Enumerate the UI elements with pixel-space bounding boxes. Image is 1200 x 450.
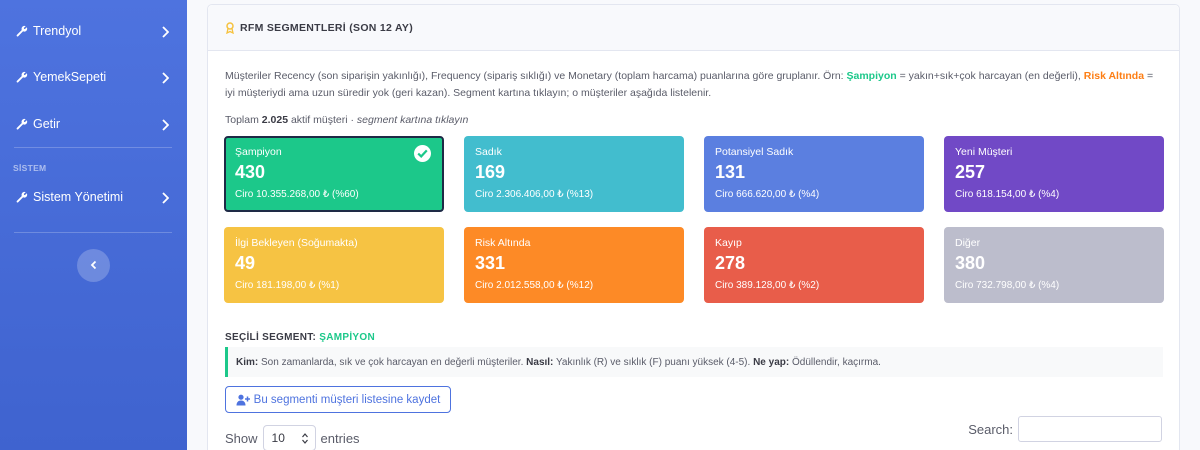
total-count: 2.025	[261, 114, 289, 126]
kim-label: Kim:	[236, 356, 259, 368]
total-customers: Toplam 2.025 aktif müşteri · segment kar…	[225, 114, 468, 126]
segment-card-risk-altinda[interactable]: Risk Altında 331 Ciro 2.012.558,00 ₺ (%1…	[464, 227, 684, 303]
kim-text: Son zamanlarda, sık ve çok harcayan en d…	[258, 356, 527, 368]
segment-ciro: Ciro 10.355.268,00 ₺ (%60)	[235, 189, 359, 200]
segment-name: Kayıp	[715, 237, 742, 249]
segment-name: Şampiyon	[235, 146, 282, 158]
wrench-icon	[16, 118, 28, 130]
segment-card-yeni-musteri[interactable]: Yeni Müşteri 257 Ciro 618.154,00 ₺ (%4)	[944, 136, 1164, 212]
sidebar-item-label: Sistem Yönetimi	[33, 190, 124, 204]
segment-ciro: Ciro 2.306.406,00 ₺ (%13)	[475, 189, 594, 200]
chevron-right-icon	[161, 25, 170, 38]
segment-ciro: Ciro 618.154,00 ₺ (%4)	[955, 189, 1060, 200]
chevron-right-icon	[161, 118, 170, 131]
sidebar-heading: SİSTEM	[13, 163, 47, 173]
table-length-control: Show 10 entries	[225, 425, 360, 450]
rfm-description: Müşteriler Recency (son siparişin yakınl…	[225, 68, 1165, 102]
save-segment-button[interactable]: Bu segmenti müşteri listesine kaydet	[225, 386, 451, 413]
total-hint: segment kartına tıklayın	[356, 114, 469, 126]
search-label: Search:	[968, 421, 1013, 437]
table-search-control: Search:	[968, 416, 1162, 442]
nasil-text: Yakınlık (R) ve sıklık (F) puanı yüksek …	[553, 356, 754, 368]
segment-card-kayip[interactable]: Kayıp 278 Ciro 389.128,00 ₺ (%2)	[704, 227, 924, 303]
nasil-label: Nasıl:	[526, 356, 554, 368]
segment-count: 131	[715, 162, 746, 182]
desc-risk: Risk Altında	[1083, 70, 1145, 82]
segment-name: İlgi Bekleyen (Soğumakta)	[235, 237, 358, 249]
segment-ciro: Ciro 732.798,00 ₺ (%4)	[955, 280, 1060, 291]
segment-count: 49	[235, 253, 256, 273]
segment-name: Diğer	[955, 237, 981, 249]
user-plus-icon	[236, 394, 250, 406]
segment-ciro: Ciro 2.012.558,00 ₺ (%12)	[475, 280, 594, 291]
total-suffix: aktif müşteri ·	[288, 114, 357, 126]
segment-count: 257	[955, 162, 986, 182]
sidebar-divider	[14, 232, 172, 233]
sidebar-item-yemeksepeti[interactable]: YemekSepeti	[0, 65, 187, 89]
entries-label: entries	[320, 430, 360, 446]
selected-segment-name: ŞAMPİYON	[319, 332, 376, 343]
desc-text: Müşteriler Recency (son siparişin yakınl…	[225, 70, 847, 82]
chevron-right-icon	[161, 191, 170, 204]
segment-card-sadik[interactable]: Sadık 169 Ciro 2.306.406,00 ₺ (%13)	[464, 136, 684, 212]
card-header: RFM SEGMENTLERİ (SON 12 AY)	[208, 5, 1179, 51]
segment-name: Sadık	[475, 146, 502, 158]
desc-champion: Şampiyon	[846, 70, 897, 82]
length-value: 10	[271, 431, 285, 445]
sidebar-toggle-button[interactable]	[77, 249, 110, 282]
segment-info-box: Kim: Son zamanlarda, sık ve çok harcayan…	[225, 347, 1163, 377]
entries-length-select[interactable]: 10	[262, 425, 316, 450]
segment-card-ilgi-bekleyen[interactable]: İlgi Bekleyen (Soğumakta) 49 Ciro 181.19…	[224, 227, 444, 303]
selected-segment-title: SEÇİLİ SEGMENT: ŞAMPİYON	[225, 332, 375, 343]
segment-name: Yeni Müşteri	[955, 146, 1013, 158]
rfm-card: RFM SEGMENTLERİ (SON 12 AY) Müşteriler R…	[207, 4, 1180, 450]
select-arrows-icon	[301, 432, 308, 445]
wrench-icon	[16, 191, 28, 203]
desc-text: = yakın+sık+çok harcayan (en değerli),	[896, 70, 1084, 82]
sidebar-item-getir[interactable]: Getir	[0, 112, 187, 136]
sidebar-item-label: YemekSepeti	[33, 70, 107, 84]
sidebar-item-label: Trendyol	[33, 24, 82, 38]
neyap-text: Ödüllendir, kaçırma.	[789, 356, 881, 368]
segment-count: 430	[235, 162, 266, 182]
sidebar-divider	[14, 147, 172, 148]
card-title: RFM SEGMENTLERİ (SON 12 AY)	[240, 21, 414, 34]
segment-card-diger[interactable]: Diğer 380 Ciro 732.798,00 ₺ (%4)	[944, 227, 1164, 303]
sidebar-item-sistem-yonetimi[interactable]: Sistem Yönetimi	[0, 185, 187, 209]
segment-info-text: Kim: Son zamanlarda, sık ve çok harcayan…	[236, 357, 881, 368]
sidebar: Trendyol YemekSepeti Getir SİSTEM Sistem…	[0, 0, 187, 450]
segment-card-potansiyel-sadik[interactable]: Potansiyel Sadık 131 Ciro 666.620,00 ₺ (…	[704, 136, 924, 212]
sidebar-item-label: Getir	[33, 117, 61, 131]
wrench-icon	[16, 25, 28, 37]
award-icon	[225, 21, 235, 34]
segment-ciro: Ciro 181.198,00 ₺ (%1)	[235, 280, 340, 291]
segment-count: 169	[475, 162, 506, 182]
check-circle-icon	[414, 145, 431, 162]
neyap-label: Ne yap:	[753, 356, 790, 368]
wrench-icon	[16, 71, 28, 83]
chevron-left-icon	[90, 257, 98, 275]
sidebar-item-trendyol[interactable]: Trendyol	[0, 19, 187, 43]
segment-card-sampiyon[interactable]: Şampiyon 430 Ciro 10.355.268,00 ₺ (%60)	[224, 136, 444, 212]
selected-label: SEÇİLİ SEGMENT:	[225, 332, 320, 343]
segment-count: 278	[715, 253, 746, 273]
save-button-label: Bu segmenti müşteri listesine kaydet	[253, 393, 441, 406]
segment-ciro: Ciro 389.128,00 ₺ (%2)	[715, 280, 820, 291]
segment-count: 331	[475, 253, 506, 273]
total-prefix: Toplam	[225, 114, 262, 126]
segment-name: Potansiyel Sadık	[715, 146, 794, 158]
chevron-right-icon	[161, 71, 170, 84]
show-label: Show	[225, 430, 258, 446]
segment-name: Risk Altında	[475, 237, 531, 249]
segment-ciro: Ciro 666.620,00 ₺ (%4)	[715, 189, 820, 200]
segment-count: 380	[955, 253, 986, 273]
search-input[interactable]	[1018, 416, 1162, 442]
